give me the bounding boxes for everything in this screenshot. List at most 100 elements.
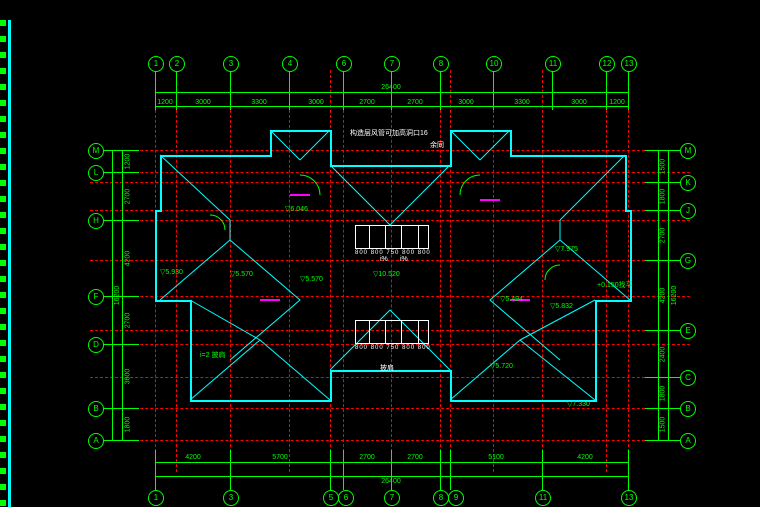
elev-mark-9: ▽5.720 [490, 362, 513, 370]
dim-left-4: 3600 [124, 369, 131, 385]
tick [645, 377, 680, 378]
grid-h-H [90, 220, 690, 222]
grid-v-6 [343, 70, 345, 472]
tick [230, 70, 231, 110]
wall [330, 370, 332, 402]
tick [645, 408, 680, 409]
axis-bubble-bot-13: 13 [621, 490, 637, 506]
dim-line-left [112, 150, 113, 440]
tick [155, 70, 156, 110]
dim-bot-4: 5100 [488, 454, 504, 461]
wall [330, 165, 450, 167]
dim-bot-2: 2700 [359, 454, 375, 461]
dim-left-1: 2700 [124, 189, 131, 205]
tick [450, 450, 451, 490]
dim-right-5: 1800 [659, 386, 666, 402]
wall [625, 155, 627, 210]
dim-bot-0: 4200 [185, 454, 201, 461]
anno-note2: 余同 [430, 140, 444, 150]
axis-bubble-bot-9: 9 [448, 490, 464, 506]
tick [104, 172, 139, 173]
dim-top-overall: 26400 [381, 84, 400, 91]
tick [343, 450, 344, 490]
tick [645, 260, 680, 261]
dim-bot-1: 5700 [272, 454, 288, 461]
axis-bubble-left-H: H [88, 213, 104, 229]
wall [330, 130, 332, 165]
window-lower [355, 320, 429, 344]
axis-bubble-left-F: F [88, 289, 104, 305]
axis-bubble-bot-6: 6 [338, 490, 354, 506]
dim-right-2: 2700 [659, 228, 666, 244]
axis-bubble-left-L: L [88, 165, 104, 181]
tick [628, 450, 629, 490]
grid-v-12 [606, 70, 608, 472]
tick [104, 344, 139, 345]
dim-left-overall: 16200 [114, 286, 121, 305]
dim-right-0: 1500 [659, 159, 666, 175]
axis-bubble-top-7: 7 [384, 56, 400, 72]
grid-v-8 [440, 70, 442, 472]
tick [104, 150, 139, 151]
dim-top-6: 3000 [458, 99, 474, 106]
wall [595, 300, 630, 302]
axis-bubble-right-K: K [680, 175, 696, 191]
dim-top-2: 3300 [251, 99, 267, 106]
wall [160, 155, 162, 210]
axis-bubble-left-D: D [88, 337, 104, 353]
axis-bubble-right-E: E [680, 323, 696, 339]
dim-top-7: 3300 [514, 99, 530, 106]
window-dim-upper: 800 800 750 800 800 [355, 250, 431, 256]
tick [542, 450, 543, 490]
wall [510, 155, 625, 157]
window-upper [355, 225, 429, 249]
axis-bubble-bot-7: 7 [384, 490, 400, 506]
tick [645, 182, 680, 183]
grid-h-L [90, 172, 690, 174]
tick [628, 70, 629, 110]
wall [595, 300, 597, 402]
anno-slope2: i% [400, 256, 408, 263]
tick [606, 70, 607, 110]
dim-left-0: 1200 [124, 154, 131, 170]
elev-mark-5: ▽10.520 [373, 270, 400, 278]
elev-mark-2: ▽5.570 [230, 270, 253, 278]
grid-h-J [90, 210, 690, 212]
wall [450, 130, 510, 132]
dim-top-0: 1200 [157, 99, 173, 106]
dim-right-3: 4200 [659, 288, 666, 304]
tick [391, 450, 392, 490]
anno-note4: 披肩 [380, 363, 394, 373]
wall [190, 300, 192, 400]
dim-line-left2 [122, 150, 123, 440]
tick [176, 70, 177, 110]
axis-bubble-left-B: B [88, 401, 104, 417]
anno-note3: i=2 披肩 [200, 350, 225, 360]
dim-left-5: 1800 [124, 417, 131, 433]
grid-h-A [90, 440, 690, 442]
axis-bubble-bot-1: 1 [148, 490, 164, 506]
tick [440, 450, 441, 490]
axis-bubble-top-11: 11 [545, 56, 561, 72]
dim-left-3: 2700 [124, 313, 131, 329]
tick [645, 150, 680, 151]
ruler-strip-1 [0, 20, 6, 507]
tick [230, 450, 231, 490]
tick [552, 70, 553, 110]
wall [155, 300, 190, 302]
grid-h-F [90, 296, 690, 298]
axis-bubble-right-B: B [680, 401, 696, 417]
elev-mark-6: ▽7.975 [555, 245, 578, 253]
dim-bot-5: 4200 [577, 454, 593, 461]
axis-bubble-top-1: 1 [148, 56, 164, 72]
axis-bubble-top-6: 6 [336, 56, 352, 72]
wall [270, 130, 330, 132]
elev-mark-8: ▽5.832 [550, 302, 573, 310]
elev-mark-10: ▽7.330 [567, 400, 590, 408]
axis-bubble-left-M: M [88, 143, 104, 159]
dim-top-1: 3000 [195, 99, 211, 106]
axis-bubble-top-13: 13 [621, 56, 637, 72]
axis-bubble-top-8: 8 [433, 56, 449, 72]
axis-bubble-bot-11: 11 [535, 490, 551, 506]
tick [289, 70, 290, 110]
